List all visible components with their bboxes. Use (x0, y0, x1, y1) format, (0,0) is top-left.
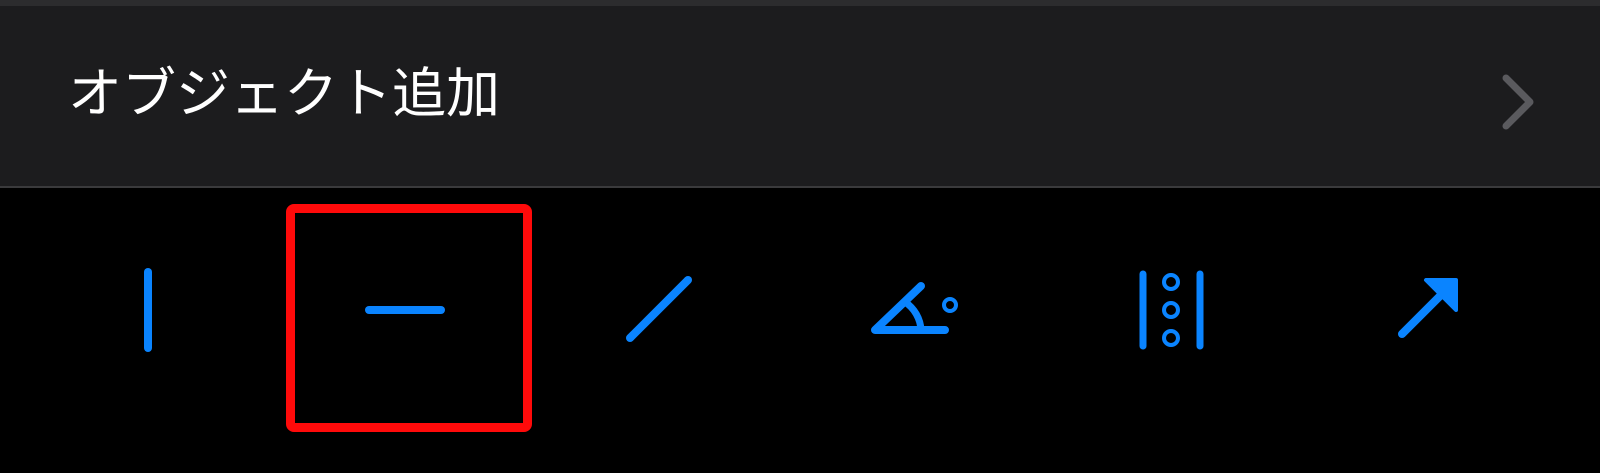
diagonal-line-icon (626, 276, 692, 342)
chevron-right-icon (1502, 74, 1534, 130)
angle-tool[interactable] (815, 188, 1015, 473)
arrow-icon (1398, 278, 1458, 338)
diagonal-line-tool[interactable] (560, 188, 760, 473)
add-object-label: オブジェクト追加 (68, 62, 500, 125)
angle-icon (871, 282, 958, 334)
add-object-menu-row[interactable]: オブジェクト追加 (0, 6, 1600, 188)
arrow-tool[interactable] (1326, 188, 1526, 473)
vertical-line-tool[interactable] (48, 188, 248, 473)
ruler-dots-tool[interactable] (1070, 188, 1270, 473)
vertical-line-icon (144, 268, 152, 352)
ruler-dots-icon (1139, 270, 1204, 350)
selection-highlight (286, 204, 532, 432)
object-tool-bar (0, 188, 1600, 473)
